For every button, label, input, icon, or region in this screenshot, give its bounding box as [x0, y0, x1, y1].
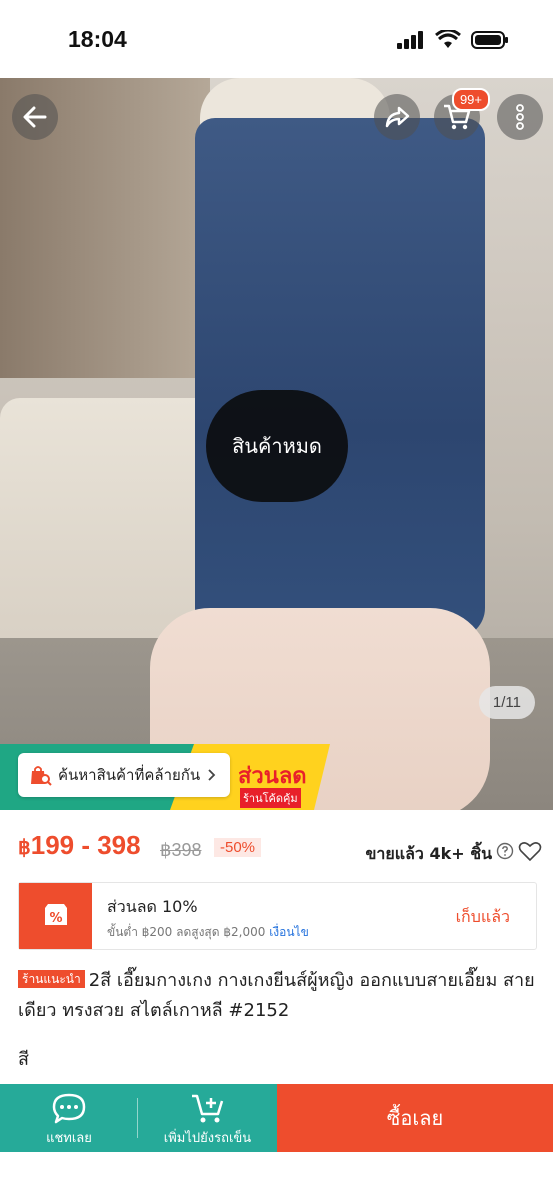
arrow-left-icon	[23, 106, 47, 128]
signal-icon	[397, 31, 423, 49]
status-time: 18:04	[68, 26, 127, 52]
voucher-icon: %	[44, 904, 67, 926]
voucher-card[interactable]: % ส่วนลด 10% ขั้นต่ำ ฿200 ลดสูงสุด ฿2,00…	[18, 882, 537, 950]
product-title: ร้านแนะนำ 2สี เอี๊ยมกางเกง กางเกงยีนส์ผู้…	[18, 966, 538, 1026]
chat-icon	[52, 1093, 86, 1124]
discount-badge: -50%	[214, 838, 262, 857]
heart-icon[interactable]	[518, 840, 542, 862]
bag-search-icon	[31, 766, 52, 786]
price-row: ฿199 - 398 ฿398 -50% ขายแล้ว 4k+ ชิ้น	[18, 830, 542, 870]
status-icons	[397, 30, 509, 50]
back-button[interactable]	[12, 94, 58, 140]
voucher-collected-button[interactable]: เก็บแล้ว	[456, 905, 510, 930]
add-to-cart-label: เพิ่มไปยังรถเข็น	[163, 1131, 252, 1146]
price-range: 199 - 398	[30, 830, 141, 860]
cart-button[interactable]: 99+	[434, 88, 490, 140]
voucher-condition-text: ขั้นต่ำ ฿200 ลดสูงสุด ฿2,000	[107, 925, 266, 939]
cart-badge: 99+	[451, 88, 490, 111]
sold-count: ขายแล้ว 4k+ ชิ้น	[365, 844, 492, 863]
help-icon[interactable]	[496, 842, 514, 860]
chat-button[interactable]: แชทเลย	[0, 1084, 138, 1152]
home-indicator-area	[0, 1152, 553, 1200]
product-title-text: 2สี เอี๊ยมกางเกง กางเกงยีนส์ผู้หญิง ออกแ…	[18, 970, 535, 1021]
color-section-label: สี	[18, 1049, 29, 1070]
price-currency: ฿	[18, 837, 31, 859]
promo-subtitle: ร้านโค้ดคุ้ม	[240, 788, 301, 808]
svg-text:%: %	[49, 911, 62, 926]
product-image[interactable]: สินค้าหมด 99+	[0, 78, 553, 810]
more-vertical-icon	[516, 104, 524, 130]
bottom-action-bar: แชทเลย เพิ่มไปยังรถเข็น ซื้อเลย	[0, 1084, 553, 1152]
sold-out-overlay: สินค้าหมด	[206, 390, 348, 502]
buy-now-button[interactable]: ซื้อเลย	[277, 1084, 553, 1152]
recommended-shop-badge: ร้านแนะนำ	[18, 970, 85, 988]
price: ฿199 - 398	[18, 830, 141, 861]
image-denim-overall	[195, 118, 485, 638]
chat-label: แชทเลย	[46, 1131, 92, 1146]
price-original: ฿398	[160, 840, 202, 860]
image-counter: 1/11	[478, 686, 535, 719]
voucher-icon-box: %	[19, 883, 92, 949]
find-similar-label: ค้นหาสินค้าที่คล้ายกัน	[58, 766, 201, 784]
battery-icon	[471, 31, 508, 49]
add-to-cart-button[interactable]: เพิ่มไปยังรถเข็น	[138, 1084, 277, 1152]
voucher-terms-link[interactable]: เงื่อนไข	[269, 925, 309, 939]
add-to-cart-icon	[191, 1094, 223, 1123]
wifi-icon	[435, 30, 461, 48]
share-button[interactable]	[374, 94, 420, 140]
voucher-condition: ขั้นต่ำ ฿200 ลดสูงสุด ฿2,000 เงื่อนไข	[107, 923, 309, 942]
find-similar-button[interactable]: ค้นหาสินค้าที่คล้ายกัน	[18, 753, 231, 797]
more-button[interactable]	[497, 94, 543, 140]
status-bar: 18:04	[0, 0, 553, 78]
voucher-title: ส่วนลด 10%	[107, 897, 198, 916]
chevron-right-icon	[208, 769, 216, 781]
share-icon	[385, 106, 410, 128]
